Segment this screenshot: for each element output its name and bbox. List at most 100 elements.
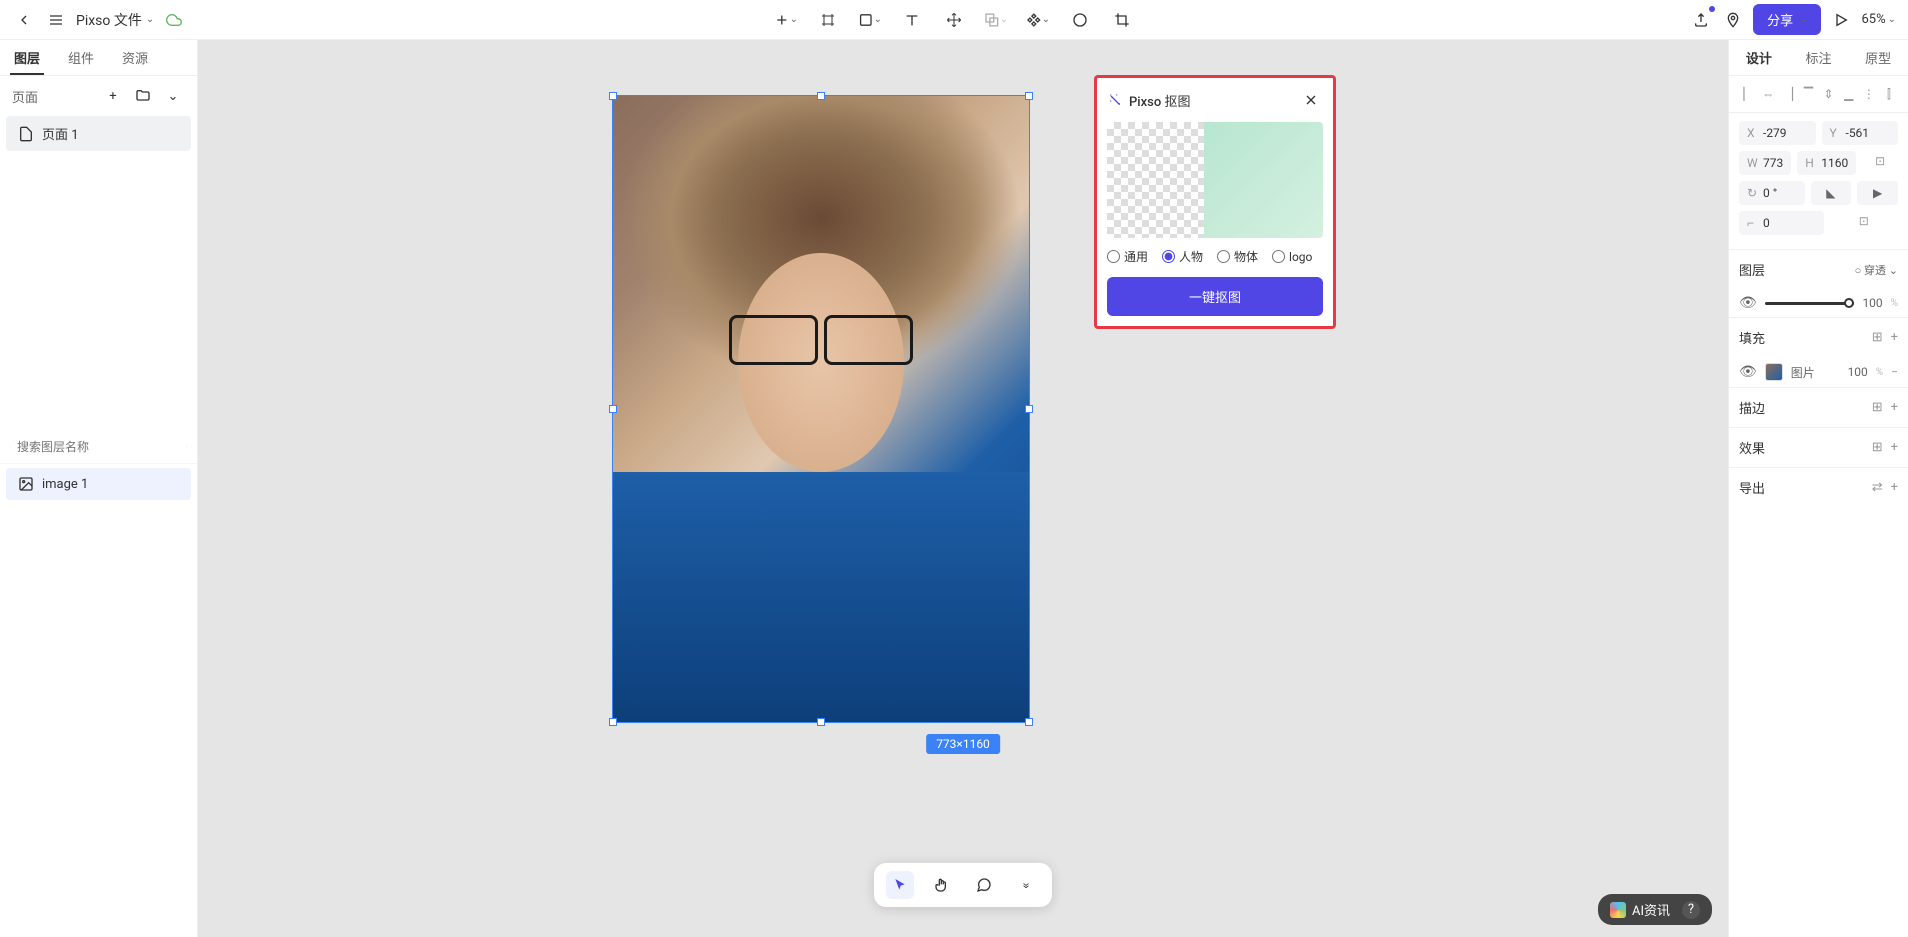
link-dimensions[interactable]: ⊡ (1862, 151, 1898, 171)
transform-section: X-279 Y-561 W773 H1160 ⊡ ↻0 ° ◣ ▶ ⌐0 ⊡ (1729, 113, 1908, 250)
search-input[interactable] (17, 440, 173, 454)
topbar-left: Pixso 文件 ⌄ (12, 8, 186, 32)
left-panel: 图层 组件 资源 页面 + ⌄ 页面 1 image 1 (0, 40, 198, 937)
topbar-center: ⌄ ⌄ ⌄ ⌄ (774, 8, 1134, 32)
ellipse-tool[interactable] (1068, 8, 1092, 32)
tab-design[interactable]: 设计 (1729, 40, 1789, 75)
resize-handle-br[interactable] (1025, 718, 1033, 726)
pointer-tool[interactable] (886, 871, 914, 899)
move-tool[interactable] (942, 8, 966, 32)
add-fill[interactable]: + (1891, 330, 1898, 345)
x-field[interactable]: X-279 (1739, 121, 1816, 145)
tab-assets[interactable]: 资源 (108, 40, 162, 75)
chevron-down-icon: ⌄ (1888, 14, 1896, 25)
main-area: 图层 组件 资源 页面 + ⌄ 页面 1 image 1 (0, 40, 1908, 937)
frame-tool[interactable] (816, 8, 840, 32)
settings-icon[interactable] (186, 439, 187, 455)
play-button[interactable] (1829, 8, 1853, 32)
align-bottom[interactable]: ▁ (1840, 84, 1858, 104)
radio-object[interactable]: 物体 (1217, 248, 1258, 265)
w-field[interactable]: W773 (1739, 151, 1791, 175)
filter-icon[interactable] (179, 439, 180, 455)
text-tool[interactable] (900, 8, 924, 32)
fill-visibility[interactable]: 👁 (1739, 364, 1757, 380)
component-tool[interactable]: ⌄ (1026, 8, 1050, 32)
export-section-header: 导出 ⇄+ (1729, 467, 1908, 507)
resize-handle-bm[interactable] (817, 718, 825, 726)
stroke-styles[interactable]: ⊞ (1872, 400, 1883, 415)
radius-field[interactable]: ⌐0 (1739, 211, 1824, 235)
resize-handle-tl[interactable] (609, 92, 617, 100)
add-stroke[interactable]: + (1891, 400, 1898, 415)
layer-section-header: 图层 ○ 穿透 ⌄ (1729, 250, 1908, 289)
shape-tool[interactable]: ⌄ (858, 8, 882, 32)
flip-h[interactable]: ◣ (1811, 181, 1852, 205)
more-align[interactable]: ⫿ (1880, 84, 1898, 104)
back-button[interactable] (12, 8, 36, 32)
fill-type[interactable]: 图片 (1791, 364, 1840, 381)
location-icon[interactable] (1721, 8, 1745, 32)
align-left[interactable]: ▏ (1739, 84, 1757, 104)
selected-image[interactable] (612, 95, 1030, 723)
remove-fill[interactable]: − (1891, 365, 1898, 379)
rotation-field[interactable]: ↻0 ° (1739, 181, 1805, 205)
align-center-h[interactable]: ⇔ (1759, 84, 1777, 104)
share-button[interactable]: 分享 ⌄ (1753, 4, 1821, 35)
tab-layers[interactable]: 图层 (0, 40, 54, 75)
close-cutout-button[interactable] (1299, 88, 1323, 112)
fill-swatch[interactable] (1765, 363, 1783, 381)
radio-logo[interactable]: logo (1272, 250, 1312, 264)
radius-expand[interactable]: ⊡ (1830, 211, 1899, 231)
effect-section-label: 效果 (1739, 438, 1765, 457)
cutout-panel: Pixso 抠图 通用 人物 物体 logo 一键抠图 (1094, 75, 1336, 329)
pages-header: 页面 + ⌄ (0, 76, 197, 116)
cutout-action-button[interactable]: 一键抠图 (1107, 277, 1323, 316)
add-effect[interactable]: + (1891, 440, 1898, 455)
page-item-1[interactable]: 页面 1 (6, 116, 191, 151)
resize-handle-ml[interactable] (609, 405, 617, 413)
align-right[interactable]: ▕ (1779, 84, 1797, 104)
y-field[interactable]: Y-561 (1822, 121, 1899, 145)
distribute[interactable]: ⋮ (1860, 84, 1878, 104)
boolean-tool[interactable]: ⌄ (984, 8, 1008, 32)
export-settings[interactable]: ⇄ (1872, 480, 1883, 495)
more-tools[interactable]: » (1012, 871, 1040, 899)
tab-components[interactable]: 组件 (54, 40, 108, 75)
add-page-button[interactable]: + (101, 84, 125, 108)
h-field[interactable]: H1160 (1797, 151, 1856, 175)
align-center-v[interactable]: ⇕ (1820, 84, 1838, 104)
watermark-text: AI资讯 (1632, 900, 1670, 919)
resize-handle-tr[interactable] (1025, 92, 1033, 100)
fill-opacity[interactable]: 100 (1848, 365, 1868, 379)
tab-annotate[interactable]: 标注 (1789, 40, 1849, 75)
folder-icon[interactable] (131, 84, 155, 108)
alignment-toolbar: ▏ ⇔ ▕ ▔ ⇕ ▁ ⋮ ⫿ (1729, 76, 1908, 113)
add-tool[interactable]: ⌄ (774, 8, 798, 32)
blend-mode[interactable]: ○ 穿透 ⌄ (1855, 262, 1898, 278)
effect-styles[interactable]: ⊞ (1872, 440, 1883, 455)
menu-button[interactable] (44, 8, 68, 32)
cloud-sync-icon[interactable] (162, 8, 186, 32)
resize-handle-mr[interactable] (1025, 405, 1033, 413)
share-link-icon[interactable] (1689, 8, 1713, 32)
align-top[interactable]: ▔ (1799, 84, 1817, 104)
resize-handle-bl[interactable] (609, 718, 617, 726)
resize-handle-tm[interactable] (817, 92, 825, 100)
canvas[interactable]: 773×1160 » Pixso 抠图 通用 人物 物体 log (198, 40, 1728, 937)
tab-prototype[interactable]: 原型 (1848, 40, 1908, 75)
hand-tool[interactable] (928, 871, 956, 899)
fill-styles[interactable]: ⊞ (1872, 330, 1883, 345)
opacity-value[interactable]: 100 (1862, 296, 1882, 310)
zoom-control[interactable]: 65% ⌄ (1861, 12, 1896, 27)
collapse-button[interactable]: ⌄ (161, 84, 185, 108)
layer-item-image1[interactable]: image 1 (6, 468, 191, 500)
flip-v[interactable]: ▶ (1857, 181, 1898, 205)
comment-tool[interactable] (970, 871, 998, 899)
visibility-toggle[interactable]: 👁 (1739, 295, 1757, 311)
opacity-slider[interactable] (1765, 302, 1855, 305)
radio-person[interactable]: 人物 (1162, 248, 1203, 265)
add-export[interactable]: + (1891, 480, 1898, 495)
radio-general[interactable]: 通用 (1107, 248, 1148, 265)
crop-tool[interactable] (1110, 8, 1134, 32)
file-name[interactable]: Pixso 文件 ⌄ (76, 10, 154, 30)
